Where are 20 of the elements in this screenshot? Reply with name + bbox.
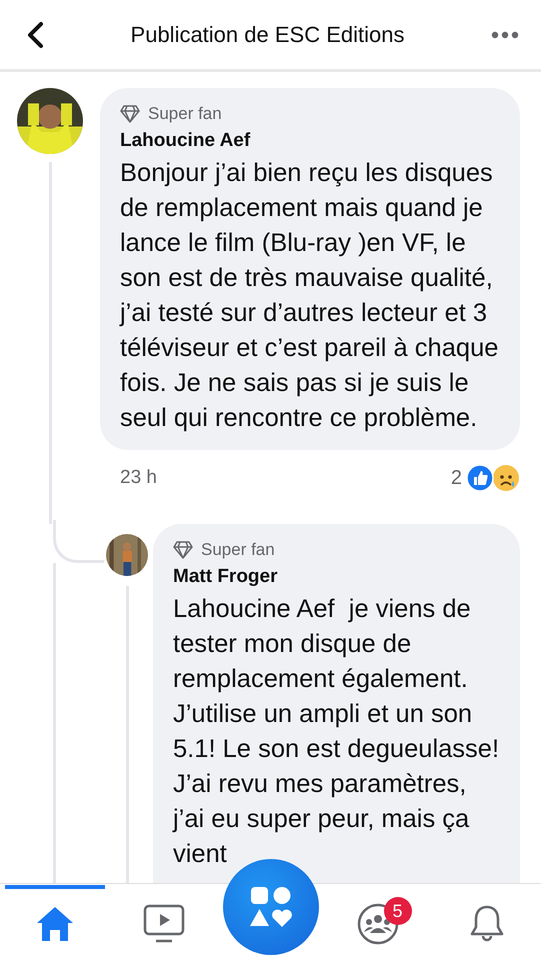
comment-text: Bonjour j’ai bien reçu les disques de remplacement mais quand je lance le film (Blu-ray )en VF, le son est de très mauvaise qualité, j’ai testé sur d’autres lecteur et 3 téléviseur et c’est pareil à chaque fois. Je ne sais pas si je suis le seul qui rencontre ce problème. (120, 158, 500, 434)
page-title: Publication de ESC Editions (130, 22, 404, 48)
comment-time: 23 h (120, 467, 157, 489)
like-icon (466, 464, 494, 492)
diamond-icon (120, 105, 140, 123)
author-name[interactable]: Lahoucine Aef (120, 130, 500, 152)
reply-text: Lahoucine Aef je viens de tester mon disque de remplacement également. J’utilise un ampli et un son 5.1! Le son est degueulasse! J’ai revu mes paramètres, j’ai eu super peur, mais ça vient (173, 594, 500, 870)
sad-face-icon (492, 464, 520, 492)
fan-label: Super fan (148, 104, 222, 124)
more-icon[interactable] (491, 30, 519, 38)
diamond-icon (173, 541, 193, 559)
fan-label: Super fan (201, 540, 275, 560)
reaction-count[interactable]: 2 (450, 466, 462, 490)
author-name[interactable]: Matt Froger (173, 566, 500, 588)
video-icon (142, 904, 184, 944)
back-icon[interactable] (26, 20, 44, 48)
home-icon (34, 905, 74, 943)
notification-badge: 5 (384, 897, 412, 925)
nav-tab[interactable]: 5 (328, 885, 428, 959)
shapes-icon (248, 885, 292, 929)
